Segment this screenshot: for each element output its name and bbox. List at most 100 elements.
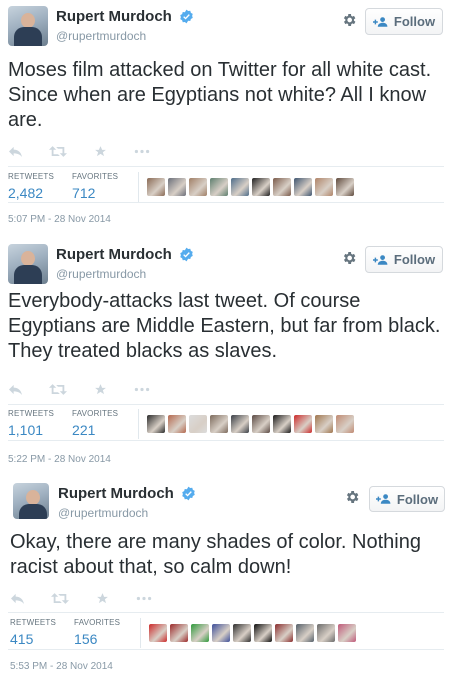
favorites-stat[interactable]: FAVORITES 156	[74, 618, 121, 647]
more-button[interactable]	[134, 383, 150, 396]
favoriter-avatar[interactable]	[273, 415, 292, 433]
favoriter-avatar[interactable]	[338, 624, 357, 642]
gear-icon[interactable]	[341, 250, 357, 266]
follow-label: Follow	[396, 491, 439, 507]
favoriter-avatar[interactable]	[254, 624, 273, 642]
tweet-text: Moses film attacked on Twitter for all w…	[8, 59, 432, 131]
add-user-icon	[372, 254, 388, 265]
favoriter-avatar[interactable]	[317, 624, 336, 642]
favoriter-avatar[interactable]	[294, 415, 313, 433]
retweets-stat[interactable]: RETWEETS 1,101	[8, 409, 54, 438]
retweet-button[interactable]	[51, 592, 69, 605]
favoriter-avatar[interactable]	[168, 415, 187, 433]
retweet-icon	[49, 145, 67, 157]
tweet-card: Rupert Murdoch @rupertmurdoch Follow Eve…	[0, 238, 454, 472]
favoriter-avatar[interactable]	[252, 178, 271, 196]
divider	[8, 612, 444, 613]
author-handle[interactable]: @rupertmurdoch	[56, 29, 194, 43]
tweet-actions	[8, 381, 168, 397]
tweet-timestamp[interactable]: 5:53 PM - 28 Nov 2014	[10, 661, 113, 672]
author-name[interactable]: Rupert Murdoch	[58, 485, 174, 502]
favorites-count: 712	[72, 185, 96, 201]
favoriter-avatar[interactable]	[168, 178, 187, 196]
avatar[interactable]	[8, 244, 48, 284]
favoriter-avatar[interactable]	[231, 415, 250, 433]
verified-badge-icon	[180, 9, 194, 24]
favoriter-avatar[interactable]	[149, 624, 168, 642]
favorite-button[interactable]	[93, 145, 108, 158]
favoriter-avatar[interactable]	[191, 624, 210, 642]
favoriter-avatar[interactable]	[189, 415, 208, 433]
favoriter-avatar[interactable]	[231, 178, 250, 196]
favorites-label: FAVORITES	[74, 618, 121, 627]
follow-button[interactable]: Follow	[365, 8, 443, 35]
follow-button[interactable]: Follow	[369, 486, 445, 512]
stats-separator	[138, 409, 140, 439]
more-button[interactable]	[136, 592, 152, 605]
author-block: Rupert Murdoch @rupertmurdoch	[56, 246, 194, 281]
favoriter-avatar[interactable]	[294, 178, 313, 196]
favoriter-avatar[interactable]	[210, 415, 229, 433]
author-handle[interactable]: @rupertmurdoch	[58, 506, 196, 520]
tweet-timestamp[interactable]: 5:07 PM - 28 Nov 2014	[8, 214, 111, 225]
author-name[interactable]: Rupert Murdoch	[56, 8, 172, 25]
favoriter-avatars	[147, 411, 355, 437]
reply-button[interactable]	[8, 145, 23, 158]
retweet-button[interactable]	[49, 145, 67, 158]
favoriter-avatar[interactable]	[315, 178, 334, 196]
author-handle[interactable]: @rupertmurdoch	[56, 267, 194, 281]
follow-button[interactable]: Follow	[365, 246, 443, 273]
favoriter-avatar[interactable]	[210, 178, 229, 196]
more-button[interactable]	[134, 145, 150, 158]
gear-icon[interactable]	[344, 489, 360, 505]
favorite-button[interactable]	[93, 383, 108, 396]
favoriter-avatar[interactable]	[296, 624, 315, 642]
favoriter-avatars	[147, 174, 355, 200]
follow-label: Follow	[393, 252, 436, 267]
retweets-count: 415	[10, 631, 34, 647]
favoriter-avatar[interactable]	[189, 178, 208, 196]
more-icon	[136, 596, 152, 600]
retweets-stat[interactable]: RETWEETS 415	[10, 618, 56, 647]
favoriter-avatar[interactable]	[212, 624, 231, 642]
favorites-stat[interactable]: FAVORITES 221	[72, 409, 118, 438]
retweets-count: 2,482	[8, 185, 44, 201]
gear-icon[interactable]	[341, 12, 357, 28]
divider	[8, 440, 444, 441]
favoriter-avatar[interactable]	[252, 415, 271, 433]
favoriter-avatar[interactable]	[275, 624, 294, 642]
divider	[8, 649, 444, 650]
stats-separator	[140, 618, 142, 648]
more-icon	[134, 387, 150, 391]
avatar[interactable]	[13, 483, 49, 519]
reply-icon	[9, 146, 22, 157]
favoriter-avatar[interactable]	[170, 624, 189, 642]
favoriter-avatar[interactable]	[336, 415, 355, 433]
favorites-stat[interactable]: FAVORITES 712	[72, 172, 118, 201]
retweet-icon	[49, 383, 67, 395]
reply-button[interactable]	[10, 592, 25, 605]
add-user-icon	[372, 16, 388, 27]
retweets-stat[interactable]: RETWEETS 2,482	[8, 172, 54, 201]
favorite-star-icon	[97, 592, 108, 603]
author-name[interactable]: Rupert Murdoch	[56, 246, 172, 263]
tweet-timestamp[interactable]: 5:22 PM - 28 Nov 2014	[8, 454, 111, 465]
more-icon	[134, 149, 150, 153]
divider	[8, 202, 444, 203]
verified-badge-icon	[182, 486, 196, 501]
favorites-count: 156	[74, 631, 98, 647]
favoriter-avatar[interactable]	[273, 178, 292, 196]
favoriter-avatar[interactable]	[233, 624, 252, 642]
favoriter-avatar[interactable]	[147, 415, 166, 433]
reply-icon	[9, 384, 22, 395]
retweet-button[interactable]	[49, 383, 67, 396]
reply-button[interactable]	[8, 383, 23, 396]
avatar[interactable]	[8, 6, 48, 46]
favorite-star-icon	[95, 383, 106, 394]
favoriter-avatar[interactable]	[336, 178, 355, 196]
reply-icon	[11, 593, 24, 604]
tweet-stats: RETWEETS 2,482 FAVORITES 712	[8, 172, 355, 202]
favoriter-avatar[interactable]	[315, 415, 334, 433]
favorite-button[interactable]	[95, 592, 110, 605]
favoriter-avatar[interactable]	[147, 178, 166, 196]
